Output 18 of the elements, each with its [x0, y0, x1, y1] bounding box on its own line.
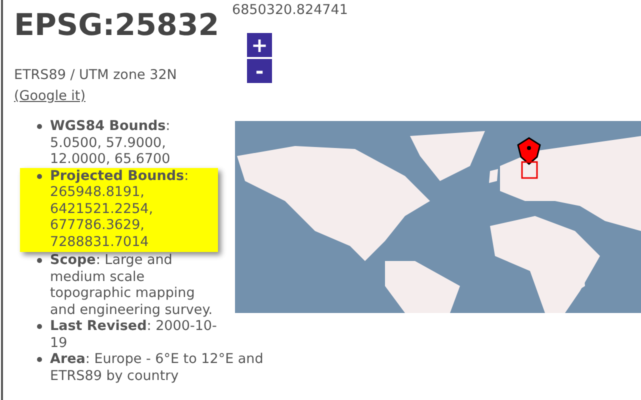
detail-text: Area: Europe - 6°E to 12°E and ETRS89 by country — [50, 351, 264, 384]
detail-text: Projected Bounds: 265948.8191, 6421521.2254, 677786.3629, 7288831.7014 — [50, 168, 190, 250]
bullet-icon — [37, 124, 42, 129]
bullet-icon — [37, 357, 42, 362]
coordinate-text: 6850320.824741 — [232, 3, 348, 18]
zoom-out-button[interactable]: - — [247, 59, 272, 83]
bullet-icon — [37, 324, 42, 329]
page-title: EPSG:25832 — [14, 7, 220, 45]
google-link[interactable]: (Google it) — [14, 88, 86, 104]
detail-text: WGS84 Bounds: 5.0500, 57.9000, 12.0000, 65.6700 — [50, 118, 172, 168]
zoom-in-button[interactable]: + — [247, 33, 272, 57]
extent-box — [521, 161, 538, 179]
detail-text: Last Revised: 2000-10-19 — [50, 318, 218, 351]
crs-name: ETRS89 / UTM zone 32N — [14, 68, 178, 83]
detail-text: Scope: Large and medium scale topographic mapping and engineering survey. — [50, 252, 214, 318]
map-marker-icon — [517, 137, 541, 165]
bullet-icon — [37, 258, 42, 263]
bullet-icon — [37, 174, 42, 178]
